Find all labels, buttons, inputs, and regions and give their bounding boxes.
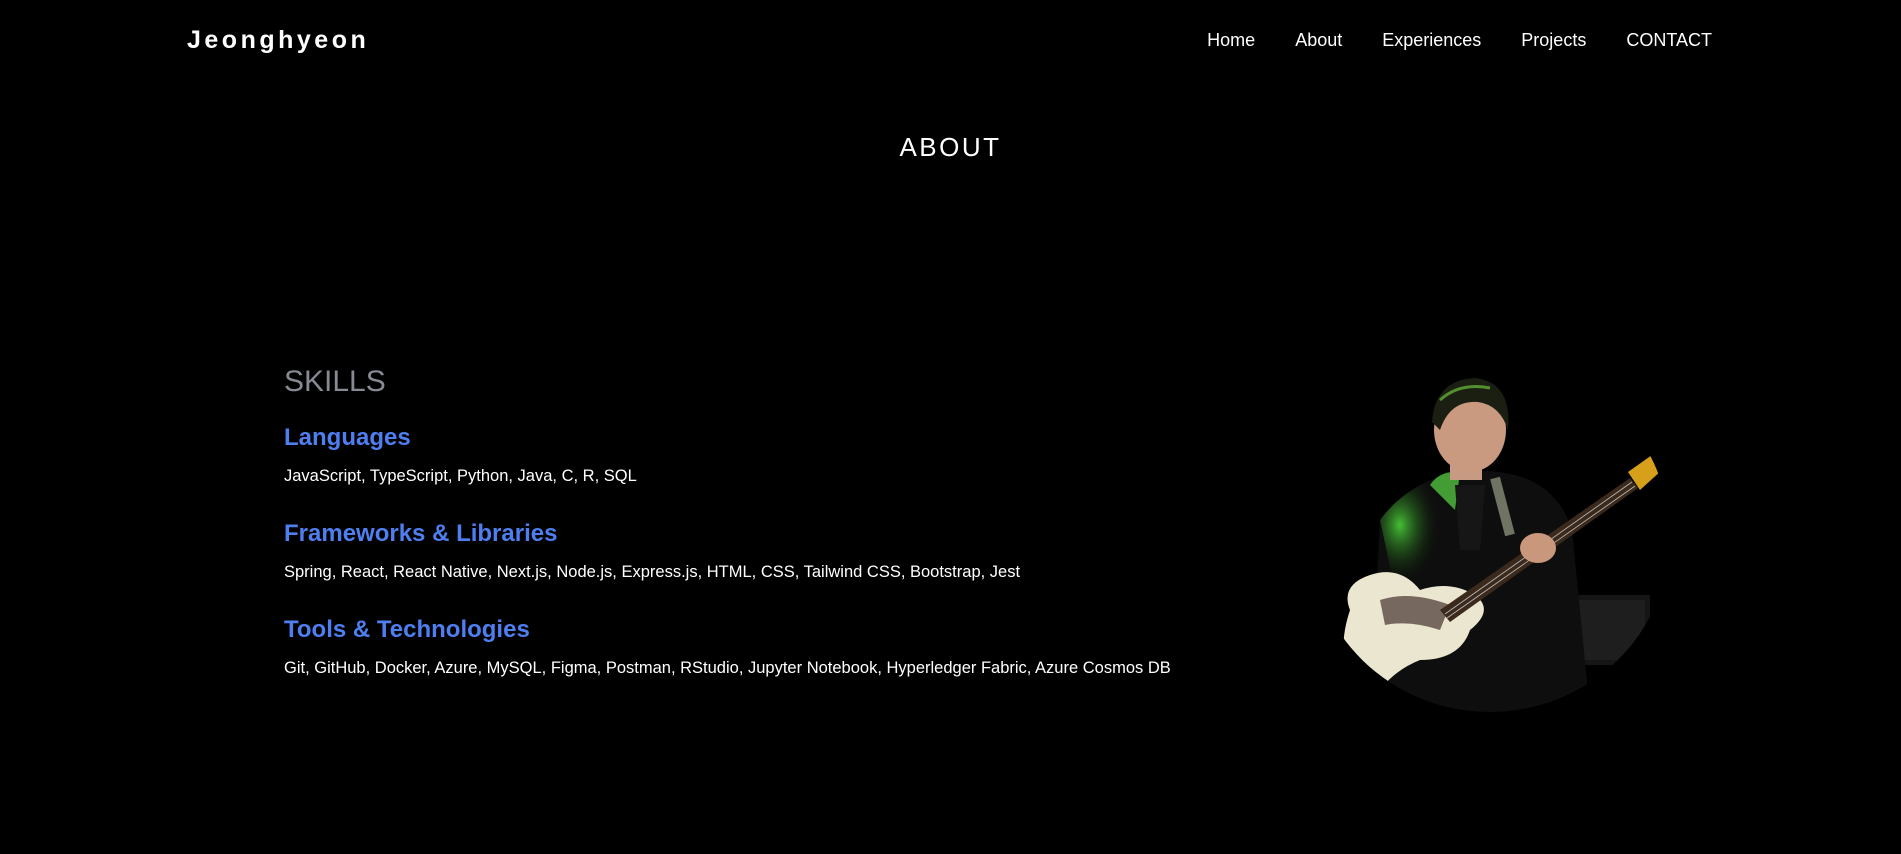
skill-group-languages: Languages JavaScript, TypeScript, Python… [284,422,1184,488]
nav-link-contact[interactable]: CONTACT [1626,30,1712,51]
main-nav: Home About Experiences Projects CONTACT [1207,30,1712,51]
section-title: ABOUT [899,132,1002,162]
profile-photo [1310,360,1670,712]
nav-link-projects[interactable]: Projects [1521,30,1586,51]
skill-group-items: Git, GitHub, Docker, Azure, MySQL, Figma… [284,659,1171,677]
nav-link-about[interactable]: About [1295,30,1342,51]
skill-group-frameworks: Frameworks & Libraries Spring, React, Re… [284,518,1184,584]
skill-group-tools: Tools & Technologies Git, GitHub, Docker… [284,614,1184,680]
profile-photo-bassist-icon [1310,360,1670,712]
skill-group-items: JavaScript, TypeScript, Python, Java, C,… [284,467,637,485]
skill-group-title: Frameworks & Libraries [284,520,558,547]
site-header: Jeonghyeon Home About Experiences Projec… [0,0,1901,84]
skill-group-items: Spring, React, React Native, Next.js, No… [284,563,1021,581]
skill-group-title: Languages [284,424,411,451]
skill-group-title: Tools & Technologies [284,616,530,643]
skills-heading: SKILLS [284,365,386,398]
nav-link-experiences[interactable]: Experiences [1382,30,1481,51]
page: Jeonghyeon Home About Experiences Projec… [0,0,1901,854]
brand-logo-link[interactable]: Jeonghyeon [187,26,369,55]
nav-link-home[interactable]: Home [1207,30,1255,51]
skills-section: SKILLS Languages JavaScript, TypeScript,… [284,362,1184,710]
